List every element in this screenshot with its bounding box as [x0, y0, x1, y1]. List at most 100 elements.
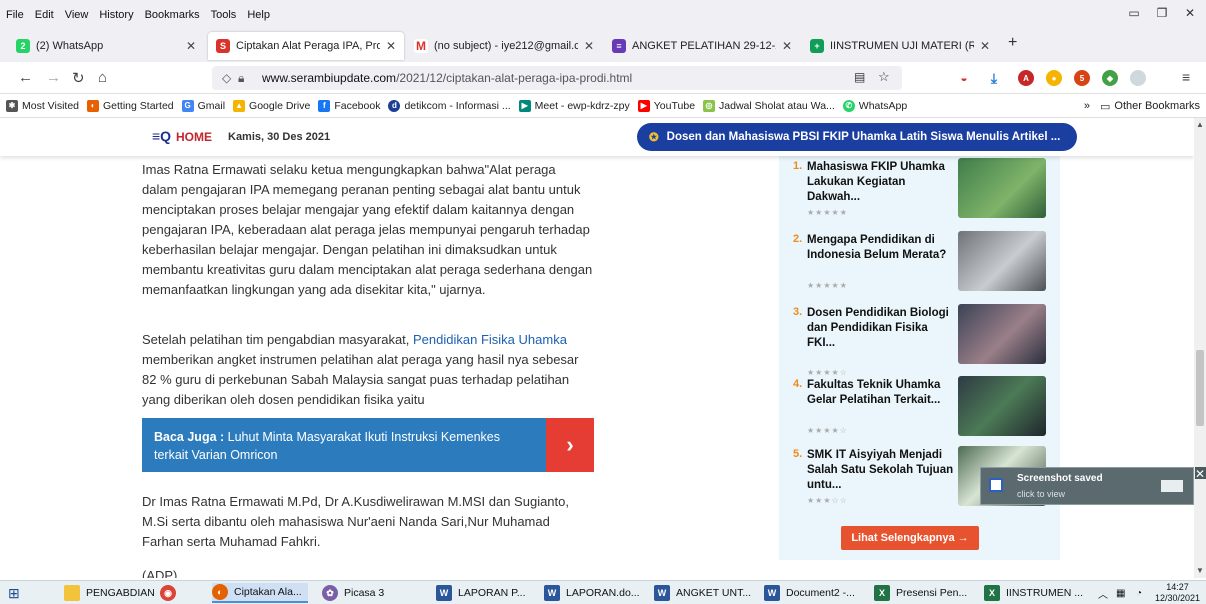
extension-leaf-icon[interactable]: ◆ [1102, 70, 1118, 86]
screenshot-notification[interactable]: Screenshot saved click to view [980, 467, 1194, 505]
article-link[interactable]: Pendidikan Fisika Uhamka [413, 332, 567, 347]
tab-whatsapp[interactable]: 2 (2) WhatsApp ✕ [8, 32, 204, 60]
bookmark-youtube[interactable]: ▶ YouTube [637, 99, 695, 112]
reload-icon[interactable]: ↻ [72, 69, 85, 87]
pocket-icon[interactable]: ◒ [956, 70, 972, 86]
start-icon[interactable]: ⊞ [8, 583, 20, 603]
close-tab-icon[interactable]: ✕ [782, 39, 792, 53]
taskbar-item[interactable]: W ANGKET UNT... [654, 583, 751, 603]
tab-angket[interactable]: ≡ ANGKET PELATIHAN 29-12-2021 ✕ [604, 32, 800, 60]
home-menu-icon[interactable]: ≡Q [152, 128, 174, 146]
forward-icon[interactable]: → [46, 69, 61, 86]
bookmark-whatsapp[interactable]: ✆ WhatsApp [842, 99, 907, 112]
post-thumbnail[interactable] [958, 376, 1046, 436]
home-nav-icon[interactable]: ⌂ [98, 69, 107, 86]
minimize-icon[interactable]: ▭ [1122, 6, 1146, 20]
menu-history[interactable]: History [99, 9, 133, 21]
bookmark-facebook[interactable]: f Facebook [318, 99, 380, 112]
popular-post-title[interactable]: Dosen Pendidikan Biologi dan Pendidikan … [807, 306, 955, 351]
post-thumbnail[interactable] [958, 158, 1046, 218]
word-icon: W [764, 585, 780, 601]
home-link[interactable]: HOME [176, 130, 212, 144]
menu-edit[interactable]: Edit [35, 9, 54, 21]
taskbar-item[interactable]: W LAPORAN.do... [544, 583, 640, 603]
chevron-right-icon[interactable]: » [1084, 100, 1090, 112]
taskbar-item[interactable]: X Presensi Pen... [874, 583, 967, 603]
tab-instrumen[interactable]: + IINSTRUMEN UJI MATERI (Respo ✕ [802, 32, 998, 60]
page-scrollbar[interactable]: ▲ ▼ [1194, 118, 1206, 578]
extension-badge-icon[interactable]: 5 [1074, 70, 1090, 86]
popular-post-title[interactable]: Fakultas Teknik Uhamka Gelar Pelatihan T… [807, 378, 955, 408]
url-bar[interactable]: ◇ 🔒︎ www.serambiupdate.com/2021/12/cipta… [212, 66, 902, 90]
popular-post-title[interactable]: SMK IT Aisyiyah Menjadi Salah Satu Sekol… [807, 448, 955, 493]
sheets-icon: + [810, 39, 824, 53]
word-icon: W [436, 585, 452, 601]
close-tab-icon[interactable]: ✕ [584, 39, 594, 53]
breaking-news-ticker[interactable]: ✪ Dosen dan Mahasiswa PBSI FKIP Uhamka L… [637, 123, 1077, 151]
bookmark-meet[interactable]: ▶ Meet - ewp-kdrz-zpy [518, 99, 630, 112]
list-item[interactable]: 1. Mahasiswa FKIP Uhamka Lakukan Kegiata… [793, 158, 1053, 230]
forms-icon: ≡ [612, 39, 626, 53]
close-tab-icon[interactable]: ✕ [186, 39, 196, 53]
taskbar-item[interactable]: ◉ [160, 583, 182, 603]
bookmark-most-visited[interactable]: ✱ Most Visited [6, 99, 79, 112]
taskbar-item[interactable]: W LAPORAN P... [436, 583, 526, 603]
taskbar-item[interactable]: ✿ Picasa 3 [322, 583, 384, 603]
network-icon[interactable]: ▦ [1116, 583, 1125, 603]
popular-post-title[interactable]: Mengapa Pendidikan di Indonesia Belum Me… [807, 233, 955, 263]
taskbar-item[interactable]: ◐ Ciptakan Ala... [212, 583, 308, 603]
taskbar-item[interactable]: W Document2 -... [764, 583, 855, 603]
bookmark-detikcom[interactable]: d detikcom - Informasi ... [388, 99, 511, 112]
extension-abp-icon[interactable]: A [1018, 70, 1034, 86]
restore-icon[interactable]: ❐ [1150, 6, 1174, 20]
system-clock[interactable]: 14:27 12/30/2021 [1155, 582, 1200, 604]
chevron-right-icon[interactable]: › [546, 418, 594, 472]
bookmark-star-icon[interactable]: ☆ [878, 69, 890, 85]
related-article-box[interactable]: Baca Juga : Luhut Minta Masyarakat Ikuti… [142, 418, 594, 472]
close-tab-icon[interactable]: ✕ [980, 39, 990, 53]
menu-bookmarks[interactable]: Bookmarks [145, 9, 200, 21]
scrollbar-thumb[interactable] [1196, 350, 1204, 426]
scroll-down-icon[interactable]: ▼ [1196, 566, 1204, 575]
see-more-button[interactable]: Lihat Selengkapnya → [841, 526, 979, 550]
tray-chevron-icon[interactable]: ︿ [1098, 583, 1108, 603]
site-icon: S [216, 39, 230, 53]
back-icon[interactable]: ← [18, 69, 33, 86]
folder-icon [64, 585, 80, 601]
bookmark-jadwal-sholat[interactable]: ◎ Jadwal Sholat atau Wa... [703, 99, 835, 112]
detik-icon: d [388, 99, 401, 112]
list-item[interactable]: 4. Fakultas Teknik Uhamka Gelar Pelatiha… [793, 376, 1053, 448]
site-header: ≡Q HOME Kamis, 30 Des 2021 ✪ Dosen dan M… [0, 118, 1194, 156]
post-thumbnail[interactable] [958, 304, 1046, 364]
taskbar-item[interactable]: PENGABDIAN [64, 583, 155, 603]
bookmark-google-drive[interactable]: ▲ Google Drive [233, 99, 310, 112]
firefox-icon: ◐ [212, 584, 228, 600]
bookmark-gmail[interactable]: G Gmail [181, 99, 225, 112]
close-notification-icon[interactable]: ✕ [1195, 467, 1206, 481]
chrome-icon: ◉ [160, 585, 176, 601]
menu-file[interactable]: File [6, 9, 24, 21]
extension-cookie-icon[interactable]: ● [1046, 70, 1062, 86]
scroll-up-icon[interactable]: ▲ [1196, 120, 1204, 129]
menu-help[interactable]: Help [247, 9, 270, 21]
tab-gmail[interactable]: M (no subject) - iye212@gmail.co ✕ [406, 32, 602, 60]
bookmark-getting-started[interactable]: ◐ Getting Started [87, 99, 174, 112]
reader-view-icon[interactable]: ▤ [854, 70, 865, 84]
list-item[interactable]: 2. Mengapa Pendidikan di Indonesia Belum… [793, 231, 1053, 303]
new-tab-icon[interactable]: + [1008, 34, 1017, 52]
close-tab-icon[interactable]: ✕ [386, 39, 396, 53]
close-window-icon[interactable]: ✕ [1178, 6, 1202, 20]
other-bookmarks[interactable]: » ▭ Other Bookmarks [1077, 94, 1200, 117]
download-icon[interactable]: ⤓ [986, 70, 1002, 86]
post-thumbnail[interactable] [958, 231, 1046, 291]
popular-post-title[interactable]: Mahasiswa FKIP Uhamka Lakukan Kegiatan D… [807, 160, 955, 205]
menu-tools[interactable]: Tools [211, 9, 237, 21]
list-item[interactable]: 3. Dosen Pendidikan Biologi dan Pendidik… [793, 304, 1053, 377]
app-menu-icon[interactable]: ≡ [1182, 69, 1190, 85]
tab-article[interactable]: S Ciptakan Alat Peraga IPA, Prodi ✕ [208, 32, 404, 60]
extension-circle-icon[interactable] [1130, 70, 1146, 86]
taskbar-item[interactable]: X IINSTRUMEN ... [984, 583, 1083, 603]
volume-icon[interactable]: ◔ [1136, 583, 1142, 603]
menu-view[interactable]: View [65, 9, 89, 21]
article-paragraph: Dr Imas Ratna Ermawati M.Pd, Dr A.Kusdiw… [142, 494, 569, 549]
